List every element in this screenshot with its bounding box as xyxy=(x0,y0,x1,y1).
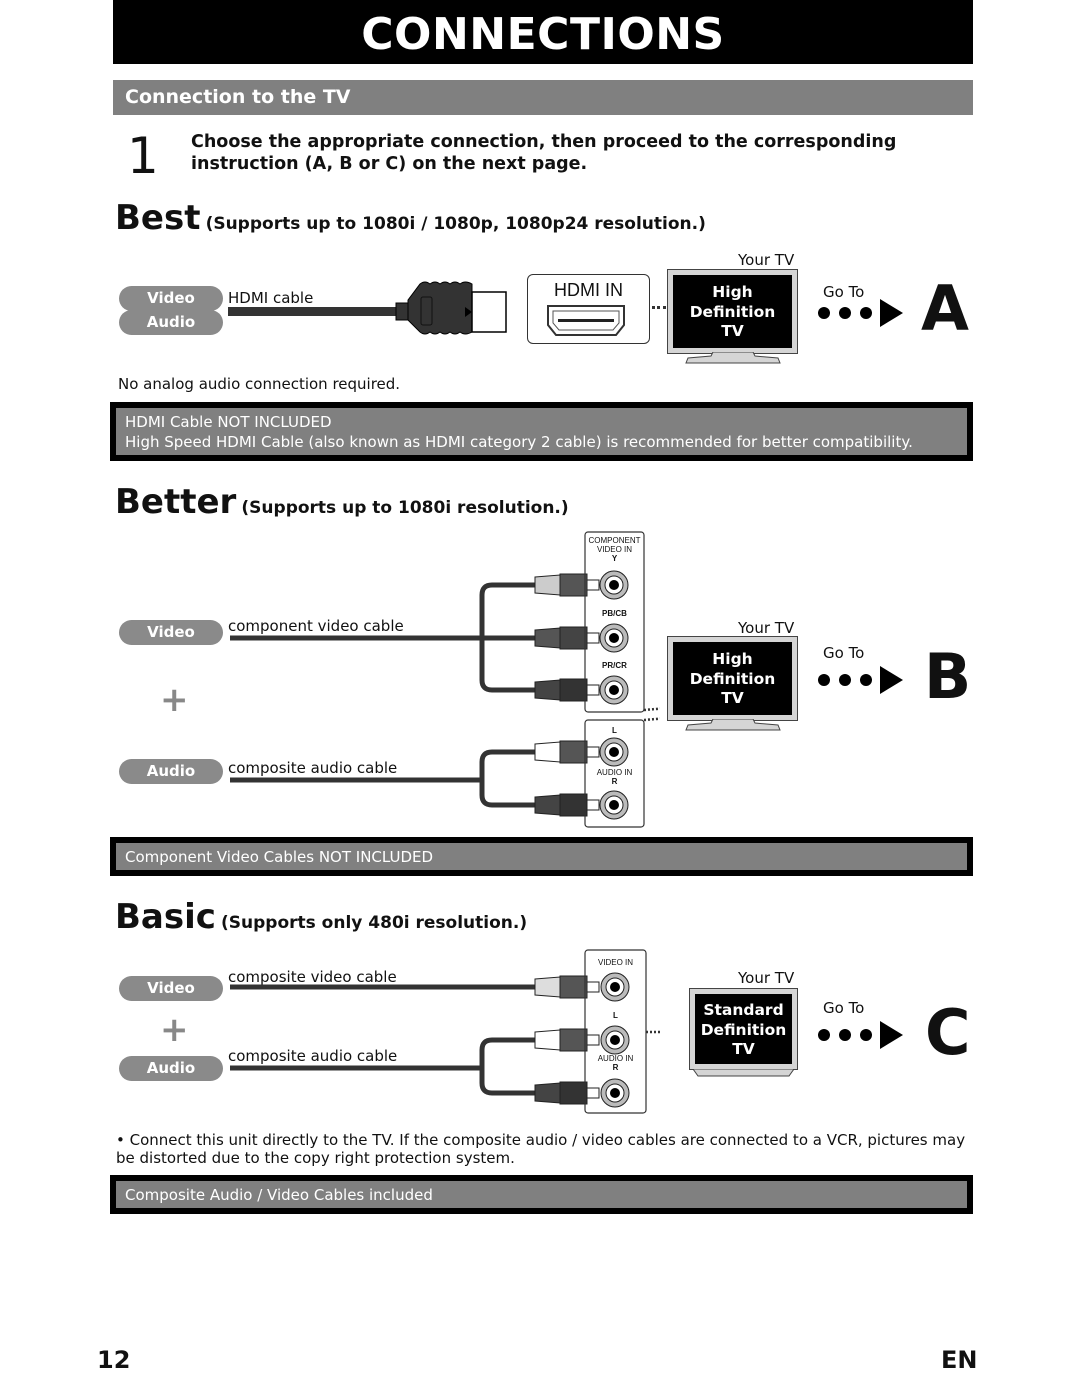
hdmi-info-box: HDMI Cable NOT INCLUDED High Speed HDMI … xyxy=(110,402,973,461)
language-code: EN xyxy=(941,1346,978,1374)
audio-in-text: AUDIO IN xyxy=(596,768,633,777)
goto-arrow-icon xyxy=(818,666,903,694)
tv-screen: Standard Definition TV xyxy=(695,994,792,1064)
tier-label: Better xyxy=(115,482,237,522)
audio-pill: Audio xyxy=(119,310,223,335)
jack-l-label: L xyxy=(613,1011,618,1020)
tv-screen: High Definition TV xyxy=(673,642,792,715)
plug-pr xyxy=(534,678,600,702)
jack-l-label: L xyxy=(612,726,617,735)
audio-in-label: AUDIO IN R xyxy=(585,1054,646,1072)
vcr-warning-note: • Connect this unit directly to the TV. … xyxy=(116,1131,966,1167)
section-heading: Connection to the TV xyxy=(113,80,973,115)
goto-label: Go To xyxy=(823,999,865,1017)
jack-pb-label: PB/CB xyxy=(602,609,627,618)
your-tv-label: Your TV xyxy=(738,969,795,987)
goto-label: Go To xyxy=(823,644,865,662)
audio-in-text: AUDIO IN xyxy=(597,1054,634,1063)
step-number: 1 xyxy=(127,127,159,185)
tv-stand-icon xyxy=(685,719,781,731)
tv-text-line: TV xyxy=(721,322,744,340)
step-instruction: Choose the appropriate connection, then … xyxy=(191,132,897,174)
plug-l xyxy=(534,1028,600,1052)
plus-icon: + xyxy=(160,1010,189,1050)
hd-tv-icon: High Definition TV xyxy=(667,269,798,354)
video-in-label: VIDEO IN xyxy=(597,958,634,967)
tier-subtitle: (Supports up to 1080i / 1080p, 1080p24 r… xyxy=(205,214,706,234)
panel-title-line: VIDEO IN xyxy=(596,545,633,554)
info-line: Composite Audio / Video Cables included xyxy=(125,1186,433,1204)
jack-y-label: Y xyxy=(611,554,618,563)
tv-screen: High Definition TV xyxy=(673,275,792,348)
video-pill: Video xyxy=(119,976,223,1001)
audio-pill: Audio xyxy=(119,1056,223,1081)
plus-icon: + xyxy=(160,680,189,720)
jack-r-label: R xyxy=(612,1063,619,1072)
video-pill: Video xyxy=(119,620,223,645)
tv-stand-icon xyxy=(685,352,781,364)
hdmi-in-port: HDMI IN xyxy=(527,274,650,344)
panel-title-line: COMPONENT xyxy=(588,536,641,545)
your-tv-label: Your TV xyxy=(738,619,795,637)
composite-info-box: Composite Audio / Video Cables included xyxy=(110,1175,973,1214)
tier-label: Basic xyxy=(115,897,216,937)
tier-label: Best xyxy=(115,198,201,238)
tv-text-line: High xyxy=(712,650,753,668)
tv-text-line: Definition xyxy=(700,1020,787,1039)
tier-subtitle: (Supports up to 1080i resolution.) xyxy=(241,498,569,518)
plug-pb xyxy=(534,626,600,650)
tv-text-line: Definition xyxy=(689,302,776,321)
goto-letter-b: B xyxy=(924,640,972,713)
video-pill: Video xyxy=(119,286,223,311)
tier-subtitle: (Supports only 480i resolution.) xyxy=(221,913,528,933)
hd-tv-icon: High Definition TV xyxy=(667,636,798,721)
better-heading: Better (Supports up to 1080i resolution.… xyxy=(115,482,569,522)
tv-text-line: High xyxy=(712,283,753,301)
info-line: High Speed HDMI Cable (also known as HDM… xyxy=(125,433,913,451)
tv-text-line: Definition xyxy=(689,669,776,688)
plug-l xyxy=(534,740,600,764)
hdmi-port-icon xyxy=(547,305,625,336)
basic-heading: Basic (Supports only 480i resolution.) xyxy=(115,897,527,937)
component-info-box: Component Video Cables NOT INCLUDED xyxy=(110,837,973,876)
audio-in-label: AUDIO IN R xyxy=(585,768,644,786)
best-heading: Best (Supports up to 1080i / 1080p, 1080… xyxy=(115,198,706,238)
dotted-link xyxy=(652,306,666,309)
plug-y xyxy=(534,573,600,597)
plug-r xyxy=(534,793,600,817)
goto-arrow-icon xyxy=(818,299,903,327)
jack-pr-label: PR/CR xyxy=(602,661,627,670)
hdmi-cable-icon xyxy=(228,281,507,335)
hdmi-in-label: HDMI IN xyxy=(554,280,623,300)
info-line: HDMI Cable NOT INCLUDED xyxy=(125,413,332,431)
tv-base-icon xyxy=(693,1069,794,1077)
page-title: CONNECTIONS xyxy=(113,0,973,64)
component-panel-title: COMPONENT VIDEO IN Y xyxy=(585,536,644,563)
page-number: 12 xyxy=(97,1346,131,1374)
goto-arrow-icon xyxy=(818,1021,903,1049)
goto-letter-a: A xyxy=(921,272,969,345)
your-tv-label: Your TV xyxy=(738,251,795,269)
audio-pill: Audio xyxy=(119,759,223,784)
composite-wiring-diagram xyxy=(230,949,660,1114)
tv-text-line: TV xyxy=(732,1040,755,1058)
tv-text-line: Standard xyxy=(703,1001,784,1019)
plug-video xyxy=(534,975,600,999)
tv-text-line: TV xyxy=(721,689,744,707)
info-line: Component Video Cables NOT INCLUDED xyxy=(125,848,434,866)
no-analog-note: No analog audio connection required. xyxy=(118,375,401,393)
goto-letter-c: C xyxy=(925,996,971,1069)
plug-r xyxy=(534,1081,600,1105)
jack-r-label: R xyxy=(611,777,618,786)
sd-tv-icon: Standard Definition TV xyxy=(689,988,798,1070)
